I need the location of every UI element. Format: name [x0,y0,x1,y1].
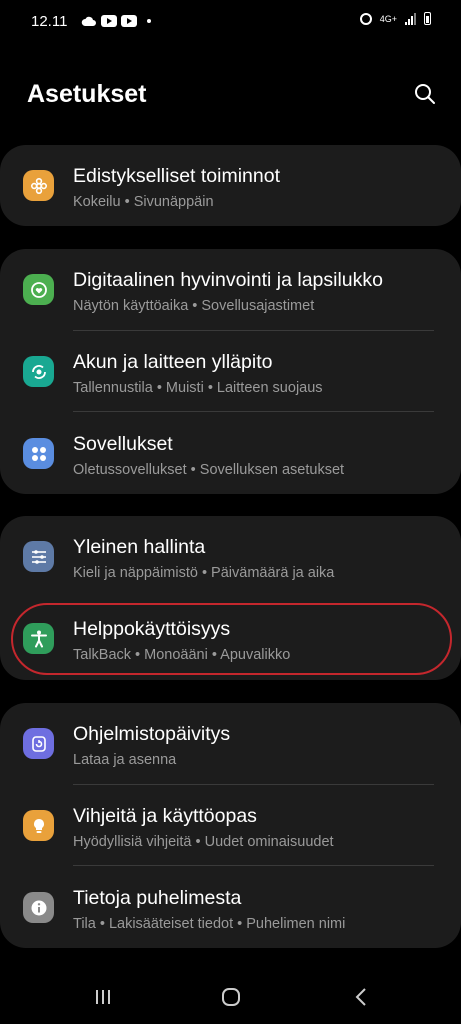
settings-item-device-care[interactable]: Akun ja laitteen ylläpito Tallennustila … [0,331,461,412]
battery-icon [424,12,431,25]
divider [73,411,434,412]
signal-icon [405,12,416,25]
settings-item-digital-wellbeing[interactable]: Digitaalinen hyvinvointi ja lapsilukko N… [0,249,461,330]
youtube-icon [121,15,137,27]
search-button[interactable] [410,80,440,110]
lightbulb-icon [23,810,54,841]
sliders-icon [23,541,54,572]
alarm-icon [359,12,372,25]
flower-icon [23,170,54,201]
system-icons: 4G+ [359,12,431,25]
header: Asetukset [0,60,461,130]
settings-item-title: Akun ja laitteen ylläpito [73,351,273,373]
device-care-icon [23,356,54,387]
more-notifications-dot [147,19,151,23]
settings-item-title: Helppokäyttöisyys [73,618,231,640]
navigation-bar [0,960,461,1024]
youtube-icon [101,15,117,27]
wellbeing-icon [23,274,54,305]
settings-item-subtitle: Tila • Lakisääteiset tiedot • Puhelimen … [73,916,346,932]
settings-item-general-management[interactable]: Yleinen hallinta Kieli ja näppäimistö • … [0,516,461,597]
settings-item-advanced-features[interactable]: Edistykselliset toiminnot Kokeilu • Sivu… [0,145,461,226]
settings-item-apps[interactable]: Sovellukset Oletussovellukset • Sovelluk… [0,413,461,494]
settings-item-subtitle: Hyödyllisiä vihjeitä • Uudet ominaisuude… [73,834,334,850]
software-update-icon [23,728,54,759]
accessibility-icon [23,623,54,654]
settings-item-title: Ohjelmistopäivitys [73,723,231,745]
back-button[interactable] [346,982,376,1012]
settings-item-tips[interactable]: Vihjeitä ja käyttöopas Hyödyllisiä vihje… [0,785,461,866]
settings-group-device: Digitaalinen hyvinvointi ja lapsilukko N… [0,249,461,494]
settings-item-about-phone[interactable]: Tietoja puhelimesta Tila • Lakisääteiset… [0,867,461,948]
page-title: Asetukset [27,80,147,108]
settings-item-subtitle: Kieli ja näppäimistö • Päivämäärä ja aik… [73,565,335,581]
status-time: 12.11 [31,13,68,30]
status-bar: 12.11 4G+ [0,0,461,46]
settings-item-title: Edistykselliset toiminnot [73,165,280,187]
settings-item-software-update[interactable]: Ohjelmistopäivitys Lataa ja asenna [0,703,461,784]
settings-item-subtitle: Lataa ja asenna [73,752,177,768]
network-type: 4G+ [379,13,397,24]
recents-button[interactable] [88,982,118,1012]
settings-item-title: Digitaalinen hyvinvointi ja lapsilukko [73,269,384,291]
settings-group-about: Ohjelmistopäivitys Lataa ja asenna Vihje… [0,703,461,948]
cloud-icon [81,16,96,26]
settings-group-general: Yleinen hallinta Kieli ja näppäimistö • … [0,516,461,680]
search-icon [415,84,435,104]
divider [73,865,434,866]
settings-item-title: Tietoja puhelimesta [73,887,242,909]
home-button[interactable] [216,982,246,1012]
settings-item-title: Yleinen hallinta [73,536,206,558]
settings-item-subtitle: Kokeilu • Sivunäppäin [73,194,214,210]
recents-icon [96,990,110,1004]
settings-item-subtitle: Oletussovellukset • Sovelluksen asetukse… [73,462,345,478]
settings-item-subtitle: Näytön käyttöaika • Sovellusajastimet [73,298,315,314]
home-icon [222,988,240,1006]
settings-item-title: Sovellukset [73,433,173,455]
settings-item-title: Vihjeitä ja käyttöopas [73,805,257,827]
info-icon [23,892,54,923]
settings-group-advanced: Edistykselliset toiminnot Kokeilu • Sivu… [0,145,461,226]
settings-item-subtitle: Tallennustila • Muisti • Laitteen suojau… [73,380,323,396]
apps-icon [23,438,54,469]
notification-icons [81,15,151,27]
back-icon [355,988,366,1006]
settings-item-subtitle: TalkBack • Monoääni • Apuvalikko [73,647,291,663]
settings-item-accessibility[interactable]: Helppokäyttöisyys TalkBack • Monoääni • … [0,598,461,679]
